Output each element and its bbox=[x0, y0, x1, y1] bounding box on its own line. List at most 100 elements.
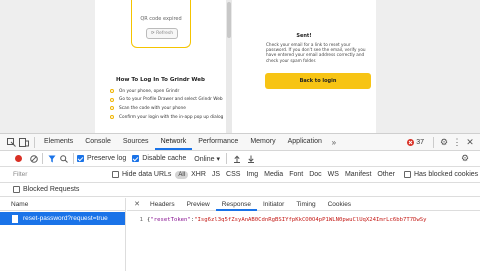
toolbar-separator bbox=[73, 153, 74, 164]
sent-title: Sent! bbox=[296, 33, 312, 39]
step-text: On your phone, open Grindr bbox=[119, 88, 180, 94]
has-blocked-cookies-checkbox[interactable] bbox=[403, 171, 411, 178]
detail-tab-timing[interactable]: Timing bbox=[290, 198, 321, 211]
request-detail-panel: ✕ Headers Preview Response Initiator Tim… bbox=[127, 198, 480, 271]
device-toolbar-icon[interactable] bbox=[17, 137, 31, 147]
step-bullet-icon bbox=[110, 115, 114, 120]
json-key: "resetToken" bbox=[150, 217, 191, 223]
detail-tab-bar: ✕ Headers Preview Response Initiator Tim… bbox=[127, 198, 480, 211]
hide-data-urls-checkbox[interactable] bbox=[112, 171, 119, 178]
double-chevron-icon[interactable]: » bbox=[328, 138, 340, 147]
toolbar-separator bbox=[42, 153, 43, 164]
type-filter-all[interactable]: All bbox=[175, 170, 189, 179]
export-har-icon[interactable] bbox=[244, 155, 258, 163]
throttle-value: Online bbox=[194, 155, 215, 163]
page-background-right bbox=[376, 0, 480, 133]
type-filter-ws[interactable]: WS bbox=[325, 171, 342, 178]
detail-tab-headers[interactable]: Headers bbox=[144, 198, 181, 211]
error-icon[interactable] bbox=[406, 138, 414, 146]
toolbar-separator bbox=[225, 153, 227, 164]
browser-page: QR code expired ⟳ Refresh How To Log In … bbox=[0, 0, 480, 133]
step-text: Scan the code with your phone bbox=[119, 105, 186, 111]
step-bullet-icon bbox=[110, 89, 114, 94]
disable-cache-label[interactable]: Disable cache bbox=[142, 155, 186, 162]
tab-performance[interactable]: Performance bbox=[192, 134, 244, 150]
howto-step: Scan the code with your phone bbox=[110, 104, 223, 113]
name-column-header[interactable]: Name bbox=[0, 198, 125, 211]
detail-tab-response[interactable]: Response bbox=[215, 198, 257, 211]
howto-steps: On your phone, open Grindr Go to your Pr… bbox=[110, 87, 223, 121]
sent-description: Check your email for a link to reset you… bbox=[266, 42, 366, 63]
import-har-icon[interactable] bbox=[230, 154, 244, 163]
search-icon[interactable] bbox=[58, 154, 70, 163]
back-to-login-button[interactable]: Back to login bbox=[265, 73, 371, 89]
qr-expired-text: QR code expired bbox=[140, 16, 182, 22]
more-options-icon[interactable]: ⋮ bbox=[451, 137, 463, 148]
network-toolbar: Preserve log Disable cache Online ▾ ⚙ bbox=[0, 151, 480, 167]
type-filter-other[interactable]: Other bbox=[374, 171, 398, 178]
line-number: 1 bbox=[139, 217, 143, 223]
type-filter-doc[interactable]: Doc bbox=[306, 171, 324, 178]
document-icon bbox=[12, 214, 18, 223]
blocked-requests-label[interactable]: Blocked Requests bbox=[23, 186, 79, 193]
network-settings-gear-icon[interactable]: ⚙ bbox=[458, 153, 472, 164]
throttle-select[interactable]: Online ▾ bbox=[194, 155, 220, 163]
blocked-requests-checkbox[interactable] bbox=[13, 186, 20, 193]
chevron-down-icon: ▾ bbox=[216, 155, 220, 163]
qr-card: QR code expired ⟳ Refresh bbox=[131, 0, 191, 48]
tab-elements[interactable]: Elements bbox=[38, 134, 79, 150]
detail-tab-preview[interactable]: Preview bbox=[181, 198, 216, 211]
close-icon[interactable]: ✕ bbox=[463, 137, 477, 148]
step-text: Go to your Profile Drawer and select Gri… bbox=[119, 97, 223, 103]
type-filter-css[interactable]: CSS bbox=[223, 171, 243, 178]
has-blocked-cookies-label[interactable]: Has blocked cookies bbox=[414, 171, 478, 178]
type-filter-manifest[interactable]: Manifest bbox=[342, 171, 374, 178]
filter-funnel-icon[interactable] bbox=[46, 155, 58, 163]
refresh-button[interactable]: ⟳ Refresh bbox=[146, 28, 178, 39]
response-code-line[interactable]: 1 { "resetToken" : "Isg6zl3q5fZsyAnAB0Cd… bbox=[127, 214, 480, 226]
howto-step: Confirm your login with the in-app pop u… bbox=[110, 113, 223, 122]
howto-step: On your phone, open Grindr bbox=[110, 87, 223, 96]
clear-icon[interactable] bbox=[29, 154, 39, 163]
settings-gear-icon[interactable]: ⚙ bbox=[437, 137, 451, 148]
type-filter-img[interactable]: Img bbox=[243, 171, 261, 178]
step-bullet-icon bbox=[110, 106, 114, 111]
inspect-element-icon[interactable] bbox=[5, 137, 17, 147]
request-name: reset-password?request=true bbox=[23, 215, 108, 222]
refresh-label: Refresh bbox=[156, 31, 174, 36]
tab-console[interactable]: Console bbox=[79, 134, 117, 150]
request-list: Name reset-password?request=true bbox=[0, 198, 126, 271]
devtools-tab-bar: Elements Console Sources Network Perform… bbox=[0, 134, 480, 151]
howto-step: Go to your Profile Drawer and select Gri… bbox=[110, 96, 223, 105]
tab-memory[interactable]: Memory bbox=[244, 134, 281, 150]
type-filter-js[interactable]: JS bbox=[209, 171, 223, 178]
request-row[interactable]: reset-password?request=true bbox=[0, 212, 125, 225]
type-filter-font[interactable]: Font bbox=[286, 171, 306, 178]
preserve-log-label[interactable]: Preserve log bbox=[87, 155, 126, 162]
howto-title: How To Log In To Grindr Web bbox=[116, 77, 205, 83]
page-background-left bbox=[0, 0, 95, 133]
detail-tab-initiator[interactable]: Initiator bbox=[257, 198, 290, 211]
filter-input[interactable]: Filter bbox=[10, 169, 112, 180]
step-text: Confirm your login with the in-app pop u… bbox=[119, 114, 224, 120]
error-count[interactable]: 37 bbox=[416, 139, 424, 146]
blocked-requests-row: Blocked Requests bbox=[0, 183, 480, 197]
preserve-log-checkbox[interactable] bbox=[77, 155, 84, 162]
step-bullet-icon bbox=[110, 97, 114, 102]
disable-cache-checkbox[interactable] bbox=[132, 155, 140, 162]
tab-separator bbox=[34, 136, 35, 148]
hide-data-urls-label[interactable]: Hide data URLs bbox=[122, 171, 171, 178]
record-icon[interactable] bbox=[13, 155, 23, 162]
tab-sources[interactable]: Sources bbox=[117, 134, 155, 150]
tab-application[interactable]: Application bbox=[282, 134, 328, 150]
tab-separator bbox=[433, 136, 434, 148]
scrollbar-thumb[interactable] bbox=[227, 2, 231, 38]
type-filter-media[interactable]: Media bbox=[261, 171, 286, 178]
devtools-panel: Elements Console Sources Network Perform… bbox=[0, 133, 480, 271]
json-token-value: "Isg6zl3q5fZsyAnAB0CdnRgBSIYfpKkCO0O4pP1… bbox=[194, 217, 427, 223]
type-filter-xhr[interactable]: XHR bbox=[188, 171, 209, 178]
filter-row: Filter Hide data URLs All XHR JS CSS Img… bbox=[0, 167, 480, 183]
detail-tab-cookies[interactable]: Cookies bbox=[322, 198, 357, 211]
tab-network[interactable]: Network bbox=[154, 134, 193, 150]
close-detail-icon[interactable]: ✕ bbox=[130, 200, 144, 208]
